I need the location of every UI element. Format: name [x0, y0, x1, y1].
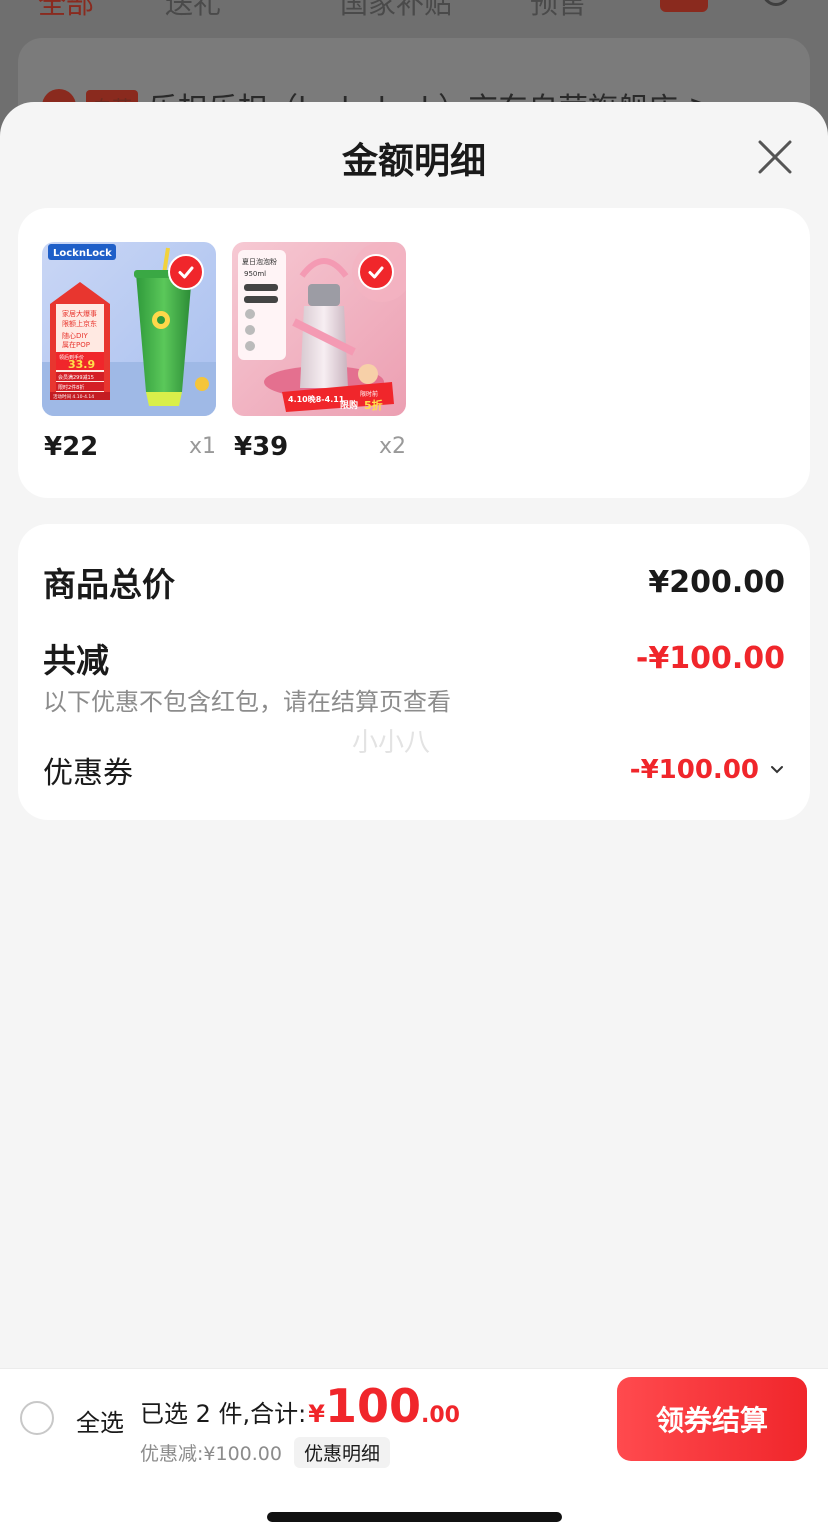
product-item[interactable]: 夏日泡泡粉 950ml 4.10晚8-4.11 限时前 限购 5折 ¥39 x2: [232, 242, 406, 462]
checkout-bar: 全选 已选 2 件,合计: ¥ 100 .00 优惠减:¥100.00 优惠明细…: [0, 1368, 828, 1468]
product-item[interactable]: LocknLock 家居大爆事 限额上京东 随心DIY 属在POP 领后到手价 …: [42, 242, 216, 462]
bg-tab-subsidy: 国家补贴: [340, 0, 453, 20]
promo-prefix: 限购: [340, 399, 358, 411]
reduction-amount: -¥100.00: [635, 640, 785, 676]
total-integer: 100: [324, 1379, 421, 1433]
selected-count-text: 已选 2 件,合计:: [140, 1400, 307, 1428]
price-summary-card: 商品总价 ¥200.00 共减 -¥100.00 以下优惠不包含红包，请在结算页…: [18, 524, 810, 820]
brand-tag: LocknLock: [53, 248, 112, 259]
coupon-label: 优惠券: [43, 756, 133, 791]
selected-check-icon[interactable]: [358, 254, 394, 290]
promo-date: 活动时间 4.10-4.14: [53, 393, 94, 400]
coupon-row[interactable]: 优惠券 -¥100.00: [43, 748, 785, 792]
total-line: 已选 2 件,合计: ¥ 100 .00: [140, 1379, 460, 1433]
promo-flag: 限时前: [360, 390, 378, 398]
bg-badge: [660, 0, 708, 12]
discount-detail-button[interactable]: 优惠明细: [293, 1437, 390, 1468]
product-label: 夏日泡泡粉: [242, 257, 277, 266]
total-currency: ¥: [308, 1400, 325, 1428]
total-decimal: .00: [420, 1403, 460, 1428]
select-all-label[interactable]: 全选: [76, 1403, 124, 1438]
reduction-note: 以下优惠不包含红包，请在结算页查看: [43, 688, 451, 716]
bg-tab-presale: 预售: [530, 0, 587, 20]
select-all-radio[interactable]: [20, 1401, 54, 1435]
total-price-label: 商品总价: [43, 565, 175, 604]
product-image[interactable]: LocknLock 家居大爆事 限额上京东 随心DIY 属在POP 领后到手价 …: [42, 242, 216, 416]
sheet-title: 金额明细: [341, 141, 486, 182]
promo-line: 属在POP: [62, 340, 90, 349]
selected-check-icon[interactable]: [168, 254, 204, 290]
checkout-button[interactable]: 领券结算: [617, 1377, 807, 1461]
chevron-down-icon: [771, 766, 783, 774]
bg-search-icon: [762, 0, 790, 6]
total-price-amount: ¥200.00: [648, 564, 785, 600]
reduction-label: 共减: [43, 641, 109, 680]
background-tabs: 全部 送礼 国家补贴 预售: [0, 0, 828, 20]
bg-tab-all: 全部: [38, 0, 95, 20]
promo-line: 家居大爆事: [62, 309, 97, 318]
promo-line: 限额上京东: [62, 319, 97, 328]
discount-text: 优惠减:¥100.00: [140, 1443, 282, 1465]
products-card: LocknLock 家居大爆事 限额上京东 随心DIY 属在POP 领后到手价 …: [18, 208, 810, 498]
coupon-amount: -¥100.00: [629, 755, 759, 785]
reduction-row: 共减 -¥100.00: [43, 634, 785, 682]
promo-line: 随心DIY: [62, 331, 88, 340]
product-quantity: x1: [188, 434, 216, 459]
home-indicator[interactable]: [267, 1512, 562, 1522]
total-price-row: 商品总价 ¥200.00: [43, 558, 785, 606]
product-price: ¥39: [234, 432, 289, 462]
home-indicator-area: [0, 1468, 828, 1540]
product-price: ¥22: [44, 432, 99, 462]
product-capacity: 950ml: [244, 270, 266, 278]
promo-sub: 会员满299减15: [58, 374, 94, 381]
coupon-amount-toggle[interactable]: -¥100.00: [630, 755, 785, 785]
product-image[interactable]: 夏日泡泡粉 950ml 4.10晚8-4.11 限时前 限购 5折: [232, 242, 406, 416]
close-button[interactable]: [752, 134, 798, 180]
promo-sub: 限时2件8折: [58, 384, 84, 391]
product-quantity: x2: [378, 434, 406, 459]
promo-discount: 5折: [364, 398, 383, 412]
promo-price: 33.9: [68, 358, 95, 371]
amount-detail-sheet: 金额明细 LocknLock 家居大爆事 限额上京东 随心DIY 属在POP 领…: [0, 102, 828, 1540]
discount-line: 优惠减:¥100.00 优惠明细: [140, 1437, 390, 1468]
close-icon: [758, 140, 792, 174]
bg-tab-gift: 送礼: [165, 0, 222, 20]
promo-date: 4.10晚8-4.11: [288, 394, 345, 404]
